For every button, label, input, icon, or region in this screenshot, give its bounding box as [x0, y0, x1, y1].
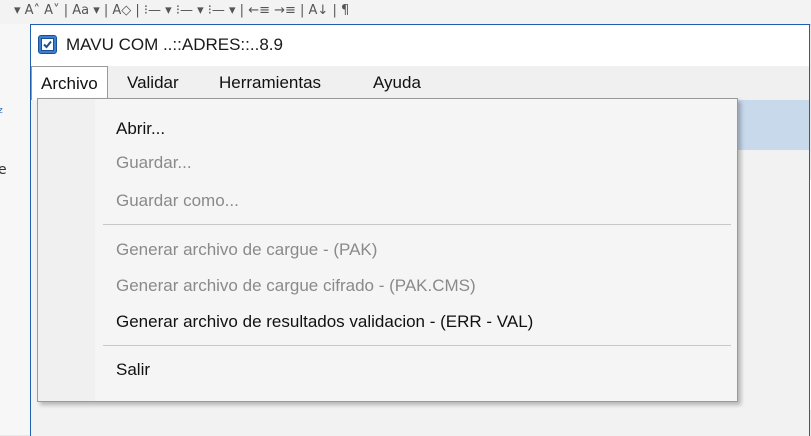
menu-archivo[interactable]: Archivo: [31, 66, 108, 101]
menu-item-abrir[interactable]: Abrir...: [116, 114, 165, 144]
checkbox-app-icon: [38, 35, 57, 54]
menu-separator: [103, 224, 731, 225]
title-bar: MAVU COM ..::ADRES::..8.9: [31, 25, 809, 65]
menu-herramientas[interactable]: Herramientas: [210, 66, 330, 100]
menu-ayuda[interactable]: Ayuda: [364, 66, 430, 100]
menu-bar: Archivo Validar Herramientas Ayuda: [31, 66, 809, 101]
background-left-edge: z e: [0, 24, 30, 435]
menu-item-generar-pak-cms[interactable]: Generar archivo de cargue cifrado - (PAK…: [116, 271, 476, 301]
menu-item-salir[interactable]: Salir: [116, 355, 150, 385]
menu-separator: [103, 345, 731, 346]
menu-item-generar-pak[interactable]: Generar archivo de cargue - (PAK): [116, 235, 377, 265]
archivo-dropdown-menu: Abrir... Guardar... Guardar como... Gene…: [37, 98, 738, 402]
menu-item-generar-err-val[interactable]: Generar archivo de resultados validacion…: [116, 307, 533, 337]
background-ribbon: ▾ A˄ A˅ | Aa ▾ | A◇ | ⁝— ▾ ⁝— ▾ ⁝— ▾ | ←…: [0, 0, 811, 25]
menu-item-guardar-como[interactable]: Guardar como...: [116, 186, 239, 216]
window-title: MAVU COM ..::ADRES::..8.9: [66, 35, 283, 54]
menu-item-guardar[interactable]: Guardar...: [116, 148, 192, 178]
menu-validar[interactable]: Validar: [118, 66, 188, 100]
menu-icon-gutter: [38, 99, 95, 401]
